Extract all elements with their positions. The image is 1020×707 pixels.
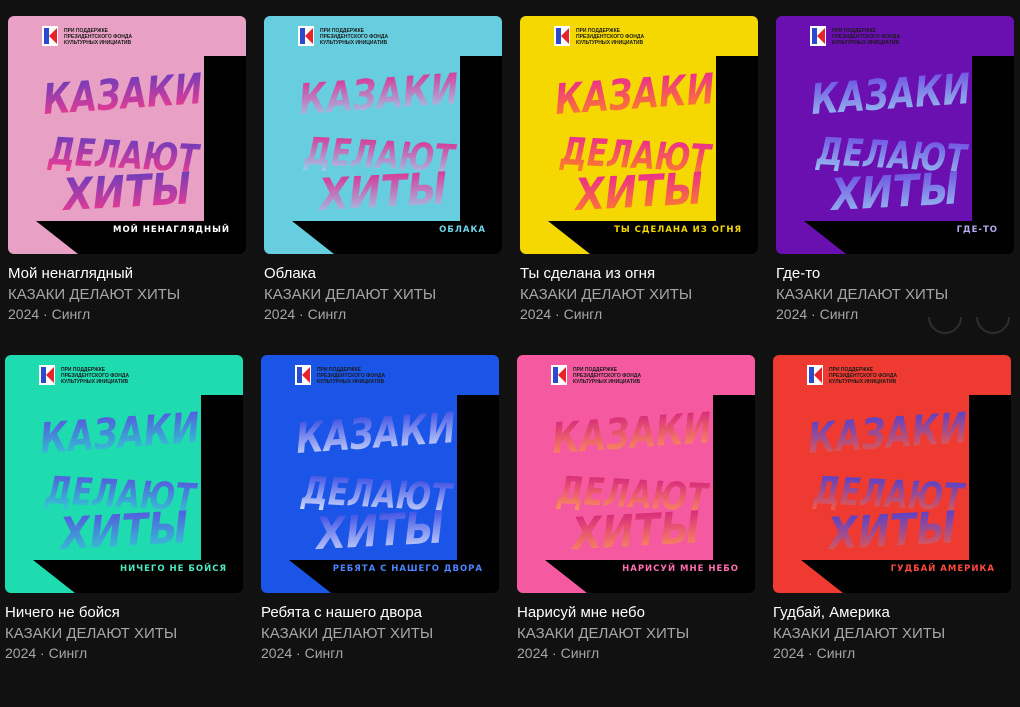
album-cover[interactable]: ПРИ ПОДДЕРЖКЕ ПРЕЗИДЕНТСКОГО ФОНДА КУЛЬТ… bbox=[261, 355, 499, 593]
cover-title-art: КАЗАКИ ДЕЛАЮТ ХИТЫ bbox=[38, 403, 201, 560]
cover-label: ТЫ СДЕЛАНА ИЗ ОГНЯ bbox=[614, 225, 742, 235]
release-card[interactable]: ПРИ ПОДДЕРЖКЕ ПРЕЗИДЕНТСКОГО ФОНДА КУЛЬТ… bbox=[261, 355, 499, 663]
release-meta: 2024 · Сингл bbox=[517, 645, 600, 661]
cover-label: НИЧЕГО НЕ БОЙСЯ bbox=[120, 562, 227, 574]
album-cover[interactable]: ПРИ ПОДДЕРЖКЕ ПРЕЗИДЕНТСКОГО ФОНДА КУЛЬТ… bbox=[776, 16, 1014, 254]
cover-title-art: КАЗАКИ ДЕЛАЮТ ХИТЫ bbox=[550, 403, 713, 560]
release-title[interactable]: Ребята с нашего двора bbox=[261, 603, 499, 622]
release-meta: 2024 · Сингл bbox=[5, 645, 88, 661]
release-meta: 2024 · Сингл bbox=[773, 645, 856, 661]
release-title[interactable]: Мой ненаглядный bbox=[8, 264, 246, 283]
cover-word-3: ХИТЫ bbox=[568, 502, 701, 560]
fund-line-3: КУЛЬТУРНЫХ ИНИЦИАТИВ bbox=[829, 379, 896, 385]
cover-word-3: ХИТЫ bbox=[56, 502, 189, 560]
release-meta: 2024 · Сингл bbox=[264, 306, 347, 322]
cover-art: ПРИ ПОДДЕРЖКЕ ПРЕЗИДЕНТСКОГО ФОНДА КУЛЬТ… bbox=[773, 355, 1011, 593]
release-title[interactable]: Где-то bbox=[776, 264, 1014, 283]
presidential-fund-logo-icon bbox=[39, 365, 55, 385]
cover-art: ПРИ ПОДДЕРЖКЕ ПРЕЗИДЕНТСКОГО ФОНДА КУЛЬТ… bbox=[261, 355, 499, 593]
album-cover[interactable]: ПРИ ПОДДЕРЖКЕ ПРЕЗИДЕНТСКОГО ФОНДА КУЛЬТ… bbox=[517, 355, 755, 593]
cover-label: МОЙ НЕНАГЛЯДНЫЙ bbox=[113, 223, 230, 235]
album-cover[interactable]: ПРИ ПОДДЕРЖКЕ ПРЕЗИДЕНТСКОГО ФОНДА КУЛЬТ… bbox=[773, 355, 1011, 593]
cover-label: ГДЕ-ТО bbox=[957, 225, 998, 235]
release-card[interactable]: ПРИ ПОДДЕРЖКЕ ПРЕЗИДЕНТСКОГО ФОНДА КУЛЬТ… bbox=[520, 16, 758, 324]
release-artist[interactable]: КАЗАКИ ДЕЛАЮТ ХИТЫ bbox=[5, 624, 243, 643]
fund-line-3: КУЛЬТУРНЫХ ИНИЦИАТИВ bbox=[64, 40, 131, 46]
cover-label: РЕБЯТА С НАШЕГО ДВОРА bbox=[333, 564, 483, 574]
release-artist[interactable]: КАЗАКИ ДЕЛАЮТ ХИТЫ bbox=[261, 624, 499, 643]
release-title[interactable]: Гудбай, Америка bbox=[773, 603, 1011, 622]
presidential-fund-logo-icon bbox=[298, 26, 314, 46]
presidential-fund-logo-icon bbox=[295, 365, 311, 385]
cover-art: ПРИ ПОДДЕРЖКЕ ПРЕЗИДЕНТСКОГО ФОНДА КУЛЬТ… bbox=[5, 355, 243, 593]
cover-label: ГУДБАЙ АМЕРИКА bbox=[891, 562, 995, 574]
release-meta: 2024 · Сингл bbox=[8, 306, 91, 322]
cover-art: ПРИ ПОДДЕРЖКЕ ПРЕЗИДЕНТСКОГО ФОНДА КУЛЬТ… bbox=[517, 355, 755, 593]
fund-line-3: КУЛЬТУРНЫХ ИНИЦИАТИВ bbox=[576, 40, 643, 46]
presidential-fund-logo-icon bbox=[807, 365, 823, 385]
release-artist[interactable]: КАЗАКИ ДЕЛАЮТ ХИТЫ bbox=[520, 285, 758, 304]
cover-word-3: ХИТЫ bbox=[312, 502, 445, 560]
release-artist[interactable]: КАЗАКИ ДЕЛАЮТ ХИТЫ bbox=[776, 285, 1014, 304]
cover-title-art: КАЗАКИ ДЕЛАЮТ ХИТЫ bbox=[553, 64, 716, 221]
cover-word-3: ХИТЫ bbox=[59, 163, 192, 221]
presidential-fund-logo-icon bbox=[554, 26, 570, 46]
release-title[interactable]: Ничего не бойся bbox=[5, 603, 243, 622]
release-card[interactable]: ПРИ ПОДДЕРЖКЕ ПРЕЗИДЕНТСКОГО ФОНДА КУЛЬТ… bbox=[264, 16, 502, 324]
presidential-fund-logo-icon bbox=[810, 26, 826, 46]
cover-title-art: КАЗАКИ ДЕЛАЮТ ХИТЫ bbox=[806, 403, 969, 560]
fund-line-3: КУЛЬТУРНЫХ ИНИЦИАТИВ bbox=[573, 379, 640, 385]
cover-art: ПРИ ПОДДЕРЖКЕ ПРЕЗИДЕНТСКОГО ФОНДА КУЛЬТ… bbox=[520, 16, 758, 254]
release-meta: 2024 · Сингл bbox=[261, 645, 344, 661]
cover-art: ПРИ ПОДДЕРЖКЕ ПРЕЗИДЕНТСКОГО ФОНДА КУЛЬТ… bbox=[8, 16, 246, 254]
cover-title-art: КАЗАКИ ДЕЛАЮТ ХИТЫ bbox=[294, 403, 457, 560]
release-card[interactable]: ПРИ ПОДДЕРЖКЕ ПРЕЗИДЕНТСКОГО ФОНДА КУЛЬТ… bbox=[517, 355, 755, 663]
release-card[interactable]: ПРИ ПОДДЕРЖКЕ ПРЕЗИДЕНТСКОГО ФОНДА КУЛЬТ… bbox=[776, 16, 1014, 324]
release-title[interactable]: Нарисуй мне небо bbox=[517, 603, 755, 622]
cover-word-3: ХИТЫ bbox=[315, 163, 448, 221]
album-cover[interactable]: ПРИ ПОДДЕРЖКЕ ПРЕЗИДЕНТСКОГО ФОНДА КУЛЬТ… bbox=[264, 16, 502, 254]
release-artist[interactable]: КАЗАКИ ДЕЛАЮТ ХИТЫ bbox=[773, 624, 1011, 643]
fund-line-3: КУЛЬТУРНЫХ ИНИЦИАТИВ bbox=[61, 379, 128, 385]
fund-line-3: КУЛЬТУРНЫХ ИНИЦИАТИВ bbox=[832, 40, 899, 46]
release-meta: 2024 · Сингл bbox=[520, 306, 603, 322]
cover-title-art: КАЗАКИ ДЕЛАЮТ ХИТЫ bbox=[41, 64, 204, 221]
release-artist[interactable]: КАЗАКИ ДЕЛАЮТ ХИТЫ bbox=[264, 285, 502, 304]
cover-word-3: ХИТЫ bbox=[571, 163, 704, 221]
album-cover[interactable]: ПРИ ПОДДЕРЖКЕ ПРЕЗИДЕНТСКОГО ФОНДА КУЛЬТ… bbox=[5, 355, 243, 593]
fund-line-3: КУЛЬТУРНЫХ ИНИЦИАТИВ bbox=[320, 40, 387, 46]
cover-label: НАРИСУЙ МНЕ НЕБО bbox=[622, 562, 739, 574]
release-artist[interactable]: КАЗАКИ ДЕЛАЮТ ХИТЫ bbox=[8, 285, 246, 304]
album-cover[interactable]: ПРИ ПОДДЕРЖКЕ ПРЕЗИДЕНТСКОГО ФОНДА КУЛЬТ… bbox=[520, 16, 758, 254]
fund-line-3: КУЛЬТУРНЫХ ИНИЦИАТИВ bbox=[317, 379, 384, 385]
cover-label: ОБЛАКА bbox=[439, 225, 486, 235]
release-card[interactable]: ПРИ ПОДДЕРЖКЕ ПРЕЗИДЕНТСКОГО ФОНДА КУЛЬТ… bbox=[5, 355, 243, 663]
release-artist[interactable]: КАЗАКИ ДЕЛАЮТ ХИТЫ bbox=[517, 624, 755, 643]
cover-word-3: ХИТЫ bbox=[824, 502, 957, 560]
release-title[interactable]: Облака bbox=[264, 264, 502, 283]
release-title[interactable]: Ты сделана из огня bbox=[520, 264, 758, 283]
presidential-fund-logo-icon bbox=[551, 365, 567, 385]
cover-art: ПРИ ПОДДЕРЖКЕ ПРЕЗИДЕНТСКОГО ФОНДА КУЛЬТ… bbox=[264, 16, 502, 254]
cover-art: ПРИ ПОДДЕРЖКЕ ПРЕЗИДЕНТСКОГО ФОНДА КУЛЬТ… bbox=[776, 16, 1014, 254]
presidential-fund-logo-icon bbox=[42, 26, 58, 46]
cover-title-art: КАЗАКИ ДЕЛАЮТ ХИТЫ bbox=[809, 64, 972, 221]
cover-title-art: КАЗАКИ ДЕЛАЮТ ХИТЫ bbox=[297, 64, 460, 221]
release-grid: ПРИ ПОДДЕРЖКЕ ПРЕЗИДЕНТСКОГО ФОНДА КУЛЬТ… bbox=[0, 0, 1020, 707]
release-card[interactable]: ПРИ ПОДДЕРЖКЕ ПРЕЗИДЕНТСКОГО ФОНДА КУЛЬТ… bbox=[773, 355, 1011, 663]
cover-word-3: ХИТЫ bbox=[827, 163, 960, 221]
album-cover[interactable]: ПРИ ПОДДЕРЖКЕ ПРЕЗИДЕНТСКОГО ФОНДА КУЛЬТ… bbox=[8, 16, 246, 254]
release-card[interactable]: ПРИ ПОДДЕРЖКЕ ПРЕЗИДЕНТСКОГО ФОНДА КУЛЬТ… bbox=[8, 16, 246, 324]
